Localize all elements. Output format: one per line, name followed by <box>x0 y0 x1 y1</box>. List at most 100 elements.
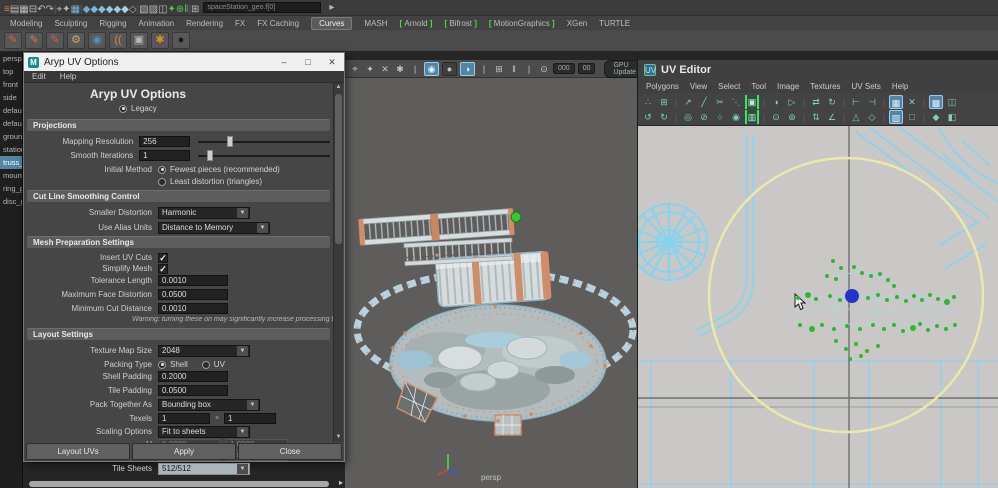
uv-point[interactable] <box>876 344 880 348</box>
uv-toolbar-icon[interactable]: ▨ <box>889 110 903 124</box>
uv-menu-polygons[interactable]: Polygons <box>646 80 679 93</box>
uv-toolbar-icon[interactable]: ▥ <box>745 110 759 124</box>
shelf-tab[interactable]: FX <box>235 19 245 28</box>
shelf-tool-icon[interactable]: (( <box>109 32 127 49</box>
range-slider-arrow-icon[interactable]: ▸ <box>339 478 343 487</box>
viewport-toolbar-icon[interactable]: ✕ <box>379 62 391 76</box>
status-line-icon[interactable]: ▤ <box>10 4 19 15</box>
uv-menu-image[interactable]: Image <box>777 80 799 93</box>
uv-toolbar-icon[interactable]: ⋱ <box>729 95 743 109</box>
uv-point[interactable] <box>952 295 956 299</box>
packing-type-uv-radio[interactable]: UV <box>202 360 225 369</box>
close-button[interactable]: ✕ <box>320 53 344 71</box>
section-projections[interactable]: Projections <box>27 119 330 131</box>
uv-toolbar-icon[interactable]: ⊣ <box>865 95 879 109</box>
uv-toolbar-icon[interactable]: ○ <box>713 110 727 124</box>
quick-selection-field[interactable]: spaceStation_geo.f[0] <box>203 2 321 13</box>
shelf-tool-icon[interactable]: ▣ <box>130 32 148 49</box>
viewport-toolbar-icon[interactable]: ⊙ <box>538 62 550 76</box>
uv-point[interactable] <box>882 327 886 331</box>
smooth-iterations-field[interactable]: 1 <box>139 150 190 161</box>
uv-toolbar-icon[interactable]: ⊚ <box>785 110 799 124</box>
shelf-tab[interactable]: XGen <box>567 19 587 28</box>
uv-toolbar-icon[interactable]: | <box>841 95 847 109</box>
uv-point[interactable] <box>920 298 924 302</box>
uv-toolbar-icon[interactable]: ▣ <box>745 95 759 109</box>
status-line-icon[interactable]: ▧ <box>139 4 148 15</box>
packing-type-shell-radio[interactable]: Shell <box>158 360 188 369</box>
uv-point[interactable] <box>944 327 948 331</box>
uv-point[interactable] <box>885 298 889 302</box>
minimize-button[interactable]: – <box>272 53 296 71</box>
simplify-mesh-checkbox[interactable]: ✓ <box>158 264 168 274</box>
uv-toolbar-icon[interactable]: | <box>801 110 807 124</box>
menu-help[interactable]: Help <box>60 71 76 82</box>
uv-toolbar-icon[interactable]: ↺ <box>641 110 655 124</box>
uv-point[interactable] <box>834 339 838 343</box>
close-dialog-button[interactable]: Close <box>238 443 342 460</box>
outliner-item[interactable]: truss_geo <box>0 156 22 169</box>
status-line-icon[interactable]: ⊞ <box>191 4 199 15</box>
uv-point[interactable] <box>820 323 824 327</box>
uv-toolbar-icon[interactable]: △ <box>849 110 863 124</box>
uv-point[interactable] <box>854 342 858 346</box>
shelf-tab[interactable]: FX Caching <box>257 19 299 28</box>
uv-point[interactable] <box>935 324 939 328</box>
uv-point[interactable] <box>918 322 922 326</box>
section-layout[interactable]: Layout Settings <box>27 328 330 340</box>
uv-point[interactable] <box>805 292 811 298</box>
uv-toolbar-icon[interactable]: ⇅ <box>809 110 823 124</box>
shelf-tab[interactable]: MotionGraphics <box>489 19 555 28</box>
dialog-title-bar[interactable]: M Aryp UV Options – □ ✕ <box>24 53 344 71</box>
uv-toolbar-icon[interactable]: ∠ <box>825 110 839 124</box>
uv-menu-help[interactable]: Help <box>892 80 908 93</box>
uv-toolbar-icon[interactable]: | <box>761 95 767 109</box>
uv-toolbar-icon[interactable]: | <box>841 110 847 124</box>
shelf-tab[interactable]: Rigging <box>99 19 126 28</box>
uv-point[interactable] <box>871 323 875 327</box>
outliner-item[interactable]: side <box>0 91 22 104</box>
uv-point[interactable] <box>796 296 800 300</box>
uv-point[interactable] <box>859 354 863 358</box>
uv-toolbar-icon[interactable]: ◧ <box>945 110 959 124</box>
uv-point[interactable] <box>860 271 864 275</box>
uv-toolbar-icon[interactable]: ↗ <box>681 95 695 109</box>
uv-point[interactable] <box>828 294 832 298</box>
texels-field-2[interactable]: 1 <box>224 413 276 424</box>
dialog-scrollbar[interactable]: ▲ ▼ <box>333 83 343 442</box>
mapping-resolution-slider[interactable] <box>198 136 330 147</box>
scrollbar-thumb[interactable] <box>335 94 342 244</box>
uv-editor-header[interactable]: UV UV Editor <box>638 60 998 80</box>
uv-toolbar-icon[interactable]: ✕ <box>905 95 919 109</box>
uv-point[interactable] <box>844 347 848 351</box>
status-line-icon[interactable]: ⊟ <box>29 4 37 15</box>
uv-toolbar-icon[interactable]: | <box>673 95 679 109</box>
viewport-toolbar-icon[interactable]: | <box>478 62 490 76</box>
shelf-tab[interactable]: Arnold <box>400 19 433 28</box>
max-face-distortion-field[interactable]: 0.0500 <box>158 289 228 300</box>
status-line-icon[interactable]: ◆ <box>90 4 98 15</box>
outliner-panel[interactable]: persptopfrontsidedefaultLightSetdefaultO… <box>0 52 23 488</box>
uv-toolbar-icon[interactable]: ◫ <box>945 95 959 109</box>
uv-toolbar-icon[interactable]: ⊙ <box>769 110 783 124</box>
uv-toolbar-icon[interactable]: | <box>881 95 887 109</box>
outliner-item[interactable]: persp <box>0 52 22 65</box>
scroll-down-icon[interactable]: ▼ <box>334 433 343 442</box>
shelf-tool-icon[interactable]: ✎ <box>25 32 43 49</box>
uv-point[interactable] <box>876 293 880 297</box>
min-cut-distance-field[interactable]: 0.0010 <box>158 303 228 314</box>
uv-toolbar-icon[interactable]: | <box>761 110 767 124</box>
uv-point[interactable] <box>953 323 957 327</box>
outliner-item[interactable]: defaultObjectSet <box>0 117 22 130</box>
uv-point[interactable] <box>866 296 870 300</box>
uv-point[interactable] <box>839 266 843 270</box>
uv-toolbar-icon[interactable]: | <box>921 95 927 109</box>
uv-toolbar-icon[interactable]: □ <box>905 110 919 124</box>
shelf-tool-icon[interactable]: ✎ <box>46 32 64 49</box>
uv-menu-uvsets[interactable]: UV Sets <box>852 80 881 93</box>
viewport-toolbar-icon[interactable]: ◑ <box>460 62 475 76</box>
shelf-tab[interactable]: Rendering <box>186 19 223 28</box>
viewport-toolbar-icon[interactable]: | <box>523 62 535 76</box>
uv-point[interactable] <box>886 278 890 282</box>
uv-point[interactable] <box>814 297 818 301</box>
